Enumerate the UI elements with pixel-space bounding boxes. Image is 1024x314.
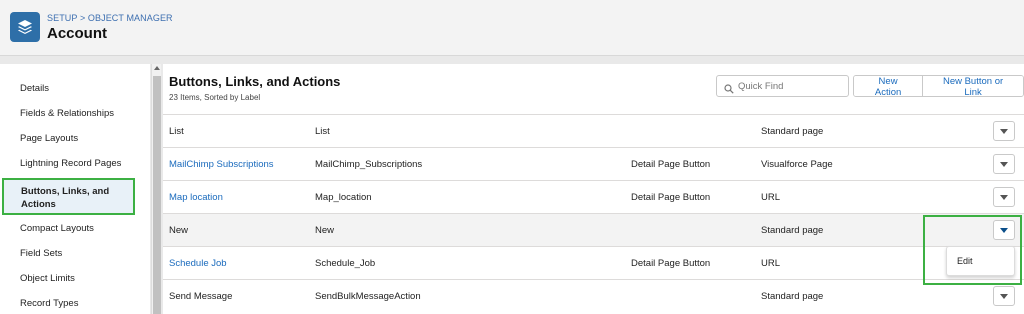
chevron-down-icon [1000, 293, 1008, 299]
edit-menu-item[interactable]: Edit [957, 256, 973, 266]
row-content-source: Standard page [761, 126, 824, 137]
row-actions-dropdown[interactable] [993, 286, 1015, 306]
row-content-source: URL [761, 192, 781, 203]
sidebar-item-record-types[interactable]: Record Types [0, 298, 150, 309]
row-label-link[interactable]: Map location [169, 192, 223, 203]
object-title: Account [47, 25, 107, 42]
sidebar-item-compact-layouts[interactable]: Compact Layouts [0, 223, 150, 234]
row-actions-dropdown[interactable] [993, 187, 1015, 207]
action-button-group: New Action New Button or Link [853, 75, 1024, 97]
row-label-link[interactable]: MailChimp Subscriptions [169, 159, 274, 170]
table-row: Map location Map_location Detail Page Bu… [163, 180, 1024, 213]
sidebar-scrollbar[interactable] [151, 64, 161, 314]
row-content-source: URL [761, 258, 781, 269]
sidebar-item-fields-relationships[interactable]: Fields & Relationships [0, 108, 150, 119]
main-panel: Buttons, Links, and Actions 23 Items, So… [163, 64, 1024, 314]
row-label-link[interactable]: Schedule Job [169, 258, 227, 269]
quick-find-box[interactable] [716, 75, 849, 97]
row-name: Map_location [315, 192, 372, 203]
sidebar-item-field-sets[interactable]: Field Sets [0, 248, 150, 259]
page-header: SETUP > OBJECT MANAGER Account [0, 0, 1024, 56]
row-display-type: Detail Page Button [631, 192, 711, 203]
row-actions-dropdown[interactable] [993, 154, 1015, 174]
table-row: List List Standard page [163, 114, 1024, 147]
item-count: 23 Items, Sorted by Label [169, 93, 261, 102]
table-row: MailChimp Subscriptions MailChimp_Subscr… [163, 147, 1024, 180]
sidebar-item-buttons-links-actions[interactable]: Buttons, Links, and Actions [2, 178, 135, 215]
scroll-up-arrow-icon[interactable] [154, 66, 160, 70]
sidebar-item-page-layouts[interactable]: Page Layouts [0, 133, 150, 144]
chevron-down-icon [1000, 161, 1008, 167]
chevron-down-icon [1000, 128, 1008, 134]
object-layers-icon [10, 12, 40, 42]
row-name: Schedule_Job [315, 258, 376, 269]
row-name: New [315, 225, 335, 236]
new-button-or-link-button[interactable]: New Button or Link [922, 76, 1023, 96]
row-content-source: Standard page [761, 225, 824, 236]
sidebar: Details Fields & Relationships Page Layo… [0, 64, 150, 314]
row-display-type: Detail Page Button [631, 159, 711, 170]
row-content-source: Visualforce Page [761, 159, 833, 170]
table-row: Send Message SendBulkMessageAction Stand… [163, 279, 1024, 312]
breadcrumb[interactable]: SETUP > OBJECT MANAGER [47, 13, 173, 23]
row-content-source: Standard page [761, 291, 824, 302]
row-name: SendBulkMessageAction [315, 291, 421, 302]
row-label: Send Message [169, 291, 233, 302]
row-actions-dropdown[interactable] [993, 121, 1015, 141]
row-label: New [169, 225, 189, 236]
page-title: Buttons, Links, and Actions [169, 74, 341, 89]
row-actions-menu: Edit [946, 246, 1015, 276]
row-name: List [315, 126, 330, 137]
sidebar-item-details[interactable]: Details [0, 83, 150, 94]
row-label: List [169, 126, 184, 137]
row-name: MailChimp_Subscriptions [315, 159, 423, 170]
scroll-thumb[interactable] [153, 76, 161, 314]
new-action-button[interactable]: New Action [854, 76, 923, 96]
chevron-down-icon [1000, 194, 1008, 200]
row-display-type: Detail Page Button [631, 258, 711, 269]
search-icon [724, 81, 734, 99]
sidebar-item-object-limits[interactable]: Object Limits [0, 273, 150, 284]
sidebar-item-lightning-record-pages[interactable]: Lightning Record Pages [0, 158, 150, 169]
table-row: Schedule Job Schedule_Job Detail Page Bu… [163, 246, 1024, 279]
quick-find-input[interactable] [738, 79, 843, 93]
table-row: New New Standard page [163, 213, 1024, 246]
